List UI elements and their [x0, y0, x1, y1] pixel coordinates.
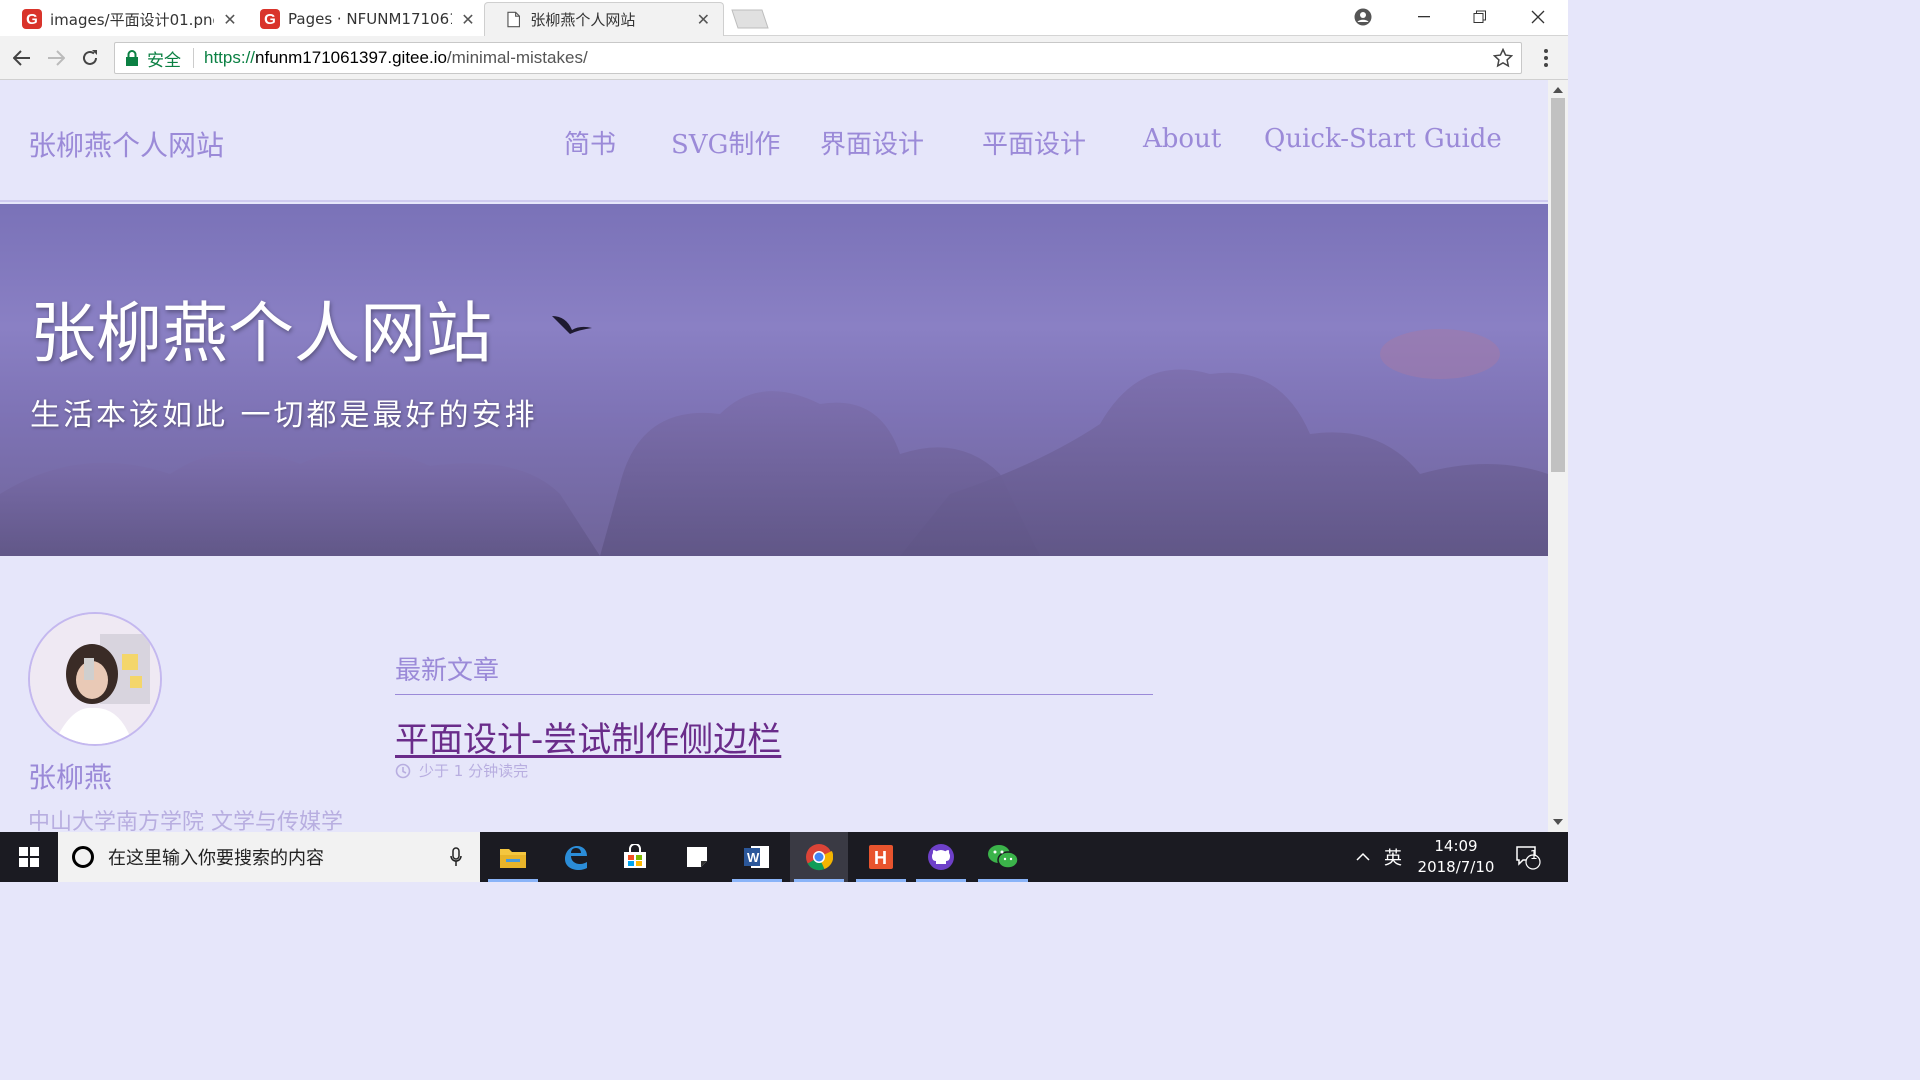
word-icon[interactable]: W [728, 832, 786, 882]
page-viewport: 张柳燕个人网站 简书 SVG制作 界面设计 平面设计 About Quick-S… [0, 80, 1548, 832]
url-domain: nfunm171061397.gitee.io [255, 48, 447, 67]
taskbar-search[interactable]: 在这里输入你要搜索的内容 [58, 832, 480, 882]
sticky-notes-icon[interactable] [668, 832, 726, 882]
document-icon [507, 11, 521, 28]
author-avatar [28, 612, 162, 746]
windows-taskbar: 在这里输入你要搜索的内容 W H 英 14:09 2018/7/10 1 [0, 832, 1568, 882]
address-bar[interactable]: 安全 https://nfunm171061397.gitee.io /mini… [114, 42, 1522, 74]
arrow-right-icon [48, 50, 65, 66]
start-button[interactable] [0, 832, 58, 882]
gitee-g-icon: G [22, 9, 42, 29]
tab-images[interactable]: G images/平面设计01.png ✕ [0, 2, 250, 36]
gitee-g-icon: G [260, 9, 280, 29]
running-indicator [856, 879, 906, 882]
nav-item-ui-design[interactable]: 界面设计 [820, 124, 924, 161]
nav-item-graphic-design[interactable]: 平面设计 [982, 124, 1086, 161]
post-title-link[interactable]: 平面设计-尝试制作侧边栏 [395, 712, 781, 761]
scroll-thumb[interactable] [1551, 98, 1565, 472]
scroll-down-icon[interactable] [1553, 818, 1563, 826]
notification-icon [1516, 846, 1541, 870]
tab-current[interactable]: 张柳燕个人网站 ✕ [484, 2, 724, 36]
tab-pages[interactable]: G Pages · NFUNM171061 ✕ [238, 2, 488, 36]
site-title-link[interactable]: 张柳燕个人网站 [28, 124, 224, 164]
nav-item-svg[interactable]: SVG制作 [671, 124, 780, 161]
masthead: 张柳燕个人网站 简书 SVG制作 界面设计 平面设计 About Quick-S… [0, 80, 1548, 202]
url-divider [193, 48, 194, 68]
microphone-icon[interactable] [450, 847, 462, 867]
windows-logo-icon [19, 847, 39, 867]
tab-title: 张柳燕个人网站 [530, 11, 636, 29]
wechat-icon[interactable] [974, 832, 1032, 882]
minimize-button[interactable] [1396, 0, 1452, 34]
bird-silhouette [552, 316, 592, 334]
security-label: 安全 [147, 50, 181, 71]
cloud-sky-image [0, 316, 1548, 556]
running-indicator [488, 879, 538, 882]
nav-item-jianshu[interactable]: 简书 [564, 124, 616, 161]
hero-banner: 张柳燕个人网站 生活本该如此 一切都是最好的安排 [0, 204, 1548, 556]
author-bio: 中山大学南方学院 文学与传媒学 [28, 810, 343, 832]
store-icon[interactable] [606, 832, 664, 882]
running-indicator [732, 879, 782, 882]
new-tab-button[interactable] [730, 8, 770, 30]
clock-date: 2018/7/10 [1417, 858, 1495, 876]
profile-icon[interactable] [1338, 0, 1388, 34]
post-meta: 少于 1 分钟读完 [395, 760, 528, 781]
tray-overflow-icon[interactable] [1356, 832, 1370, 882]
clock-icon [395, 763, 411, 778]
close-icon[interactable]: ✕ [696, 10, 711, 29]
lock-icon [126, 50, 138, 66]
scrollbar[interactable] [1548, 80, 1568, 832]
url-host: https://nfunm171061397.gitee.io [204, 48, 447, 68]
nav-item-about[interactable]: About [1143, 124, 1221, 154]
arrow-left-icon [13, 50, 30, 66]
running-indicator [916, 879, 966, 882]
forward-button[interactable] [42, 44, 70, 72]
chrome-icon[interactable] [790, 832, 848, 882]
hero-title: 张柳燕个人网站 [30, 295, 492, 372]
restore-button[interactable] [1452, 0, 1508, 34]
heading-divider [395, 694, 1153, 695]
notification-count: 1 [1530, 848, 1538, 862]
reload-button[interactable] [76, 44, 104, 72]
hero-subtitle: 生活本该如此 一切都是最好的安排 [30, 398, 538, 433]
url-path: /minimal-mistakes/ [446, 48, 588, 67]
running-indicator [794, 879, 844, 882]
ime-indicator[interactable]: 英 [1384, 832, 1402, 882]
url-scheme: https:// [204, 48, 256, 67]
edge-browser-icon[interactable] [546, 832, 604, 882]
author-name: 张柳燕 [28, 761, 113, 794]
close-icon[interactable]: ✕ [222, 10, 238, 29]
bookmark-star-icon[interactable] [1493, 48, 1513, 68]
reload-icon [83, 50, 97, 65]
tab-strip: G images/平面设计01.png ✕ G Pages · NFUNM171… [0, 0, 1568, 36]
clock-time: 14:09 [1434, 837, 1478, 855]
back-button[interactable] [8, 44, 36, 72]
taskbar-clock[interactable]: 14:09 2018/7/10 [1410, 836, 1502, 878]
action-center-button[interactable]: 1 [1514, 832, 1542, 882]
menu-dots-icon[interactable] [1538, 46, 1554, 70]
scroll-up-icon[interactable] [1553, 86, 1563, 94]
search-placeholder: 在这里输入你要搜索的内容 [108, 848, 324, 869]
tab-title: Pages · NFUNM171061 [288, 10, 452, 28]
svg-text:H: H [874, 848, 887, 868]
browser-toolbar: 安全 https://nfunm171061397.gitee.io /mini… [0, 36, 1568, 80]
hbuilder-icon[interactable]: H [852, 832, 910, 882]
nav-item-quick-start[interactable]: Quick-Start Guide [1264, 124, 1502, 154]
svg-text:W: W [747, 850, 760, 865]
close-icon[interactable]: ✕ [460, 10, 476, 29]
cortana-icon [72, 846, 94, 868]
close-window-button[interactable] [1510, 0, 1566, 34]
tab-title: images/平面设计01.png [50, 10, 214, 29]
running-indicator [978, 879, 1028, 882]
read-time: 少于 1 分钟读完 [419, 762, 529, 780]
recent-posts-heading: 最新文章 [395, 656, 500, 686]
file-explorer-icon[interactable] [484, 832, 542, 882]
github-desktop-icon[interactable] [912, 832, 970, 882]
